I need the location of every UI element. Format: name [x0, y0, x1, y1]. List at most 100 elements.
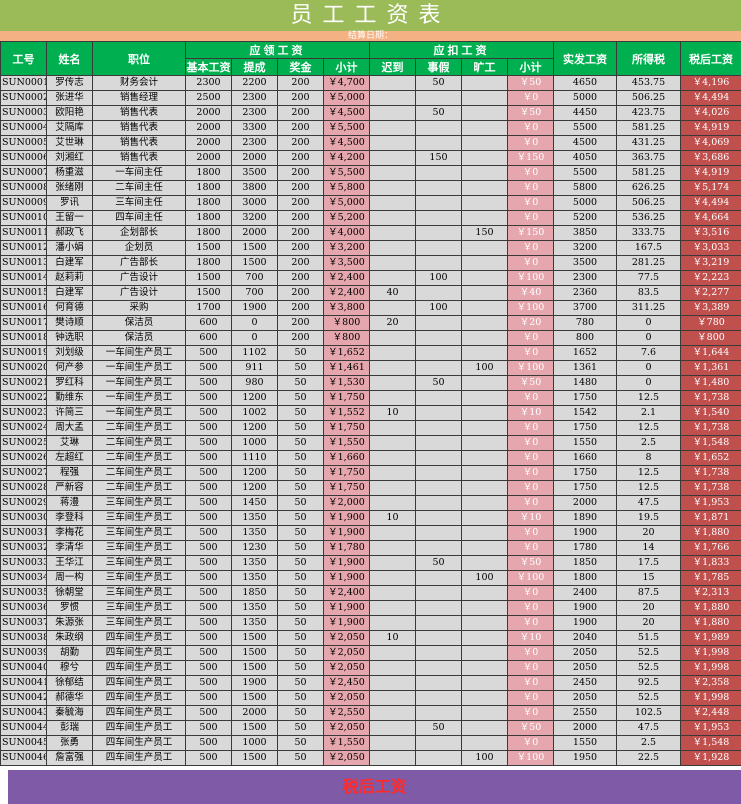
cell-after-tax[interactable]: ￥1,738	[680, 420, 741, 436]
cell-commission[interactable]: 911	[231, 360, 278, 376]
cell-deduct-subtotal[interactable]: ￥100	[507, 360, 554, 376]
cell-position[interactable]: 销售经理	[92, 90, 186, 106]
cell-actual[interactable]: 5800	[553, 180, 617, 196]
cell-actual[interactable]: 1900	[553, 525, 617, 541]
cell-commission[interactable]: 2000	[231, 705, 278, 721]
cell-payable-subtotal[interactable]: ￥2,050	[323, 630, 370, 646]
cell-late[interactable]	[369, 645, 416, 661]
cell-absent[interactable]	[461, 675, 508, 691]
cell-actual[interactable]: 780	[553, 315, 617, 331]
cell-absent[interactable]	[461, 630, 508, 646]
cell-absent[interactable]	[461, 300, 508, 316]
cell-late[interactable]	[369, 675, 416, 691]
cell-tax[interactable]: 14	[616, 540, 681, 556]
cell-position[interactable]: 销售代表	[92, 150, 186, 166]
cell-actual[interactable]: 1652	[553, 345, 617, 361]
cell-payable-subtotal[interactable]: ￥4,000	[323, 225, 370, 241]
cell-after-tax[interactable]: ￥800	[680, 330, 741, 346]
cell-payable-subtotal[interactable]: ￥3,200	[323, 240, 370, 256]
cell-bonus[interactable]: 200	[277, 270, 324, 286]
cell-deduct-subtotal[interactable]: ￥0	[507, 675, 554, 691]
cell-position[interactable]: 三车间生产员工	[92, 570, 186, 586]
cell-absent[interactable]	[461, 585, 508, 601]
cell-name[interactable]: 杨重滋	[46, 165, 93, 181]
cell-absent[interactable]	[461, 720, 508, 736]
cell-position[interactable]: 三车间生产员工	[92, 585, 186, 601]
cell-name[interactable]: 徐郁结	[46, 675, 93, 691]
cell-payable-subtotal[interactable]: ￥800	[323, 330, 370, 346]
cell-absent[interactable]: 150	[461, 225, 508, 241]
header-position[interactable]: 职位	[92, 41, 186, 76]
cell-late[interactable]	[369, 705, 416, 721]
header-deduct-subtotal[interactable]: 小计	[507, 58, 554, 76]
cell-id[interactable]: SUN0036	[0, 600, 47, 616]
cell-base[interactable]: 500	[185, 495, 232, 511]
cell-deduct-subtotal[interactable]: ￥0	[507, 585, 554, 601]
cell-tax[interactable]: 12.5	[616, 420, 681, 436]
cell-after-tax[interactable]: ￥4,196	[680, 75, 741, 91]
cell-actual[interactable]: 1900	[553, 600, 617, 616]
cell-leave[interactable]	[415, 255, 462, 271]
cell-payable-subtotal[interactable]: ￥2,050	[323, 645, 370, 661]
header-name[interactable]: 姓名	[46, 41, 93, 76]
cell-absent[interactable]	[461, 540, 508, 556]
cell-absent[interactable]: 100	[461, 750, 508, 766]
cell-leave[interactable]	[415, 285, 462, 301]
cell-payable-subtotal[interactable]: ￥3,800	[323, 300, 370, 316]
cell-tax[interactable]: 102.5	[616, 705, 681, 721]
cell-base[interactable]: 1800	[185, 180, 232, 196]
cell-tax[interactable]: 83.5	[616, 285, 681, 301]
cell-after-tax[interactable]: ￥1,989	[680, 630, 741, 646]
cell-absent[interactable]	[461, 345, 508, 361]
cell-late[interactable]	[369, 240, 416, 256]
cell-leave[interactable]	[415, 330, 462, 346]
cell-bonus[interactable]: 50	[277, 465, 324, 481]
cell-bonus[interactable]: 50	[277, 420, 324, 436]
cell-commission[interactable]: 1500	[231, 630, 278, 646]
cell-actual[interactable]: 3850	[553, 225, 617, 241]
cell-bonus[interactable]: 50	[277, 645, 324, 661]
cell-leave[interactable]	[415, 615, 462, 631]
cell-name[interactable]: 樊诗顺	[46, 315, 93, 331]
cell-absent[interactable]	[461, 90, 508, 106]
cell-deduct-subtotal[interactable]: ￥0	[507, 120, 554, 136]
cell-late[interactable]	[369, 390, 416, 406]
cell-late[interactable]	[369, 105, 416, 121]
cell-leave[interactable]	[415, 480, 462, 496]
cell-base[interactable]: 500	[185, 705, 232, 721]
cell-late[interactable]	[369, 450, 416, 466]
header-after-tax[interactable]: 税后工资	[680, 41, 741, 76]
cell-name[interactable]: 白建军	[46, 285, 93, 301]
cell-leave[interactable]	[415, 735, 462, 751]
cell-position[interactable]: 销售代表	[92, 105, 186, 121]
cell-commission[interactable]: 1500	[231, 690, 278, 706]
cell-bonus[interactable]: 50	[277, 750, 324, 766]
cell-id[interactable]: SUN0009	[0, 195, 47, 211]
cell-after-tax[interactable]: ￥4,069	[680, 135, 741, 151]
cell-base[interactable]: 1800	[185, 195, 232, 211]
cell-tax[interactable]: 77.5	[616, 270, 681, 286]
cell-leave[interactable]: 100	[415, 300, 462, 316]
cell-absent[interactable]	[461, 390, 508, 406]
cell-name[interactable]: 李梅花	[46, 525, 93, 541]
cell-position[interactable]: 四车间生产员工	[92, 630, 186, 646]
cell-id[interactable]: SUN0040	[0, 660, 47, 676]
cell-bonus[interactable]: 50	[277, 510, 324, 526]
cell-after-tax[interactable]: ￥3,389	[680, 300, 741, 316]
cell-late[interactable]: 10	[369, 630, 416, 646]
cell-id[interactable]: SUN0024	[0, 420, 47, 436]
cell-actual[interactable]: 1361	[553, 360, 617, 376]
cell-late[interactable]	[369, 525, 416, 541]
cell-position[interactable]: 企划员	[92, 240, 186, 256]
cell-commission[interactable]: 1500	[231, 660, 278, 676]
cell-base[interactable]: 500	[185, 750, 232, 766]
sheet-title[interactable]: 员工工资表	[0, 0, 741, 31]
cell-leave[interactable]	[415, 660, 462, 676]
cell-late[interactable]	[369, 660, 416, 676]
cell-leave[interactable]: 50	[415, 105, 462, 121]
cell-tax[interactable]: 15	[616, 570, 681, 586]
cell-id[interactable]: SUN0045	[0, 735, 47, 751]
cell-actual[interactable]: 1900	[553, 615, 617, 631]
cell-after-tax[interactable]: ￥1,548	[680, 735, 741, 751]
cell-id[interactable]: SUN0022	[0, 390, 47, 406]
